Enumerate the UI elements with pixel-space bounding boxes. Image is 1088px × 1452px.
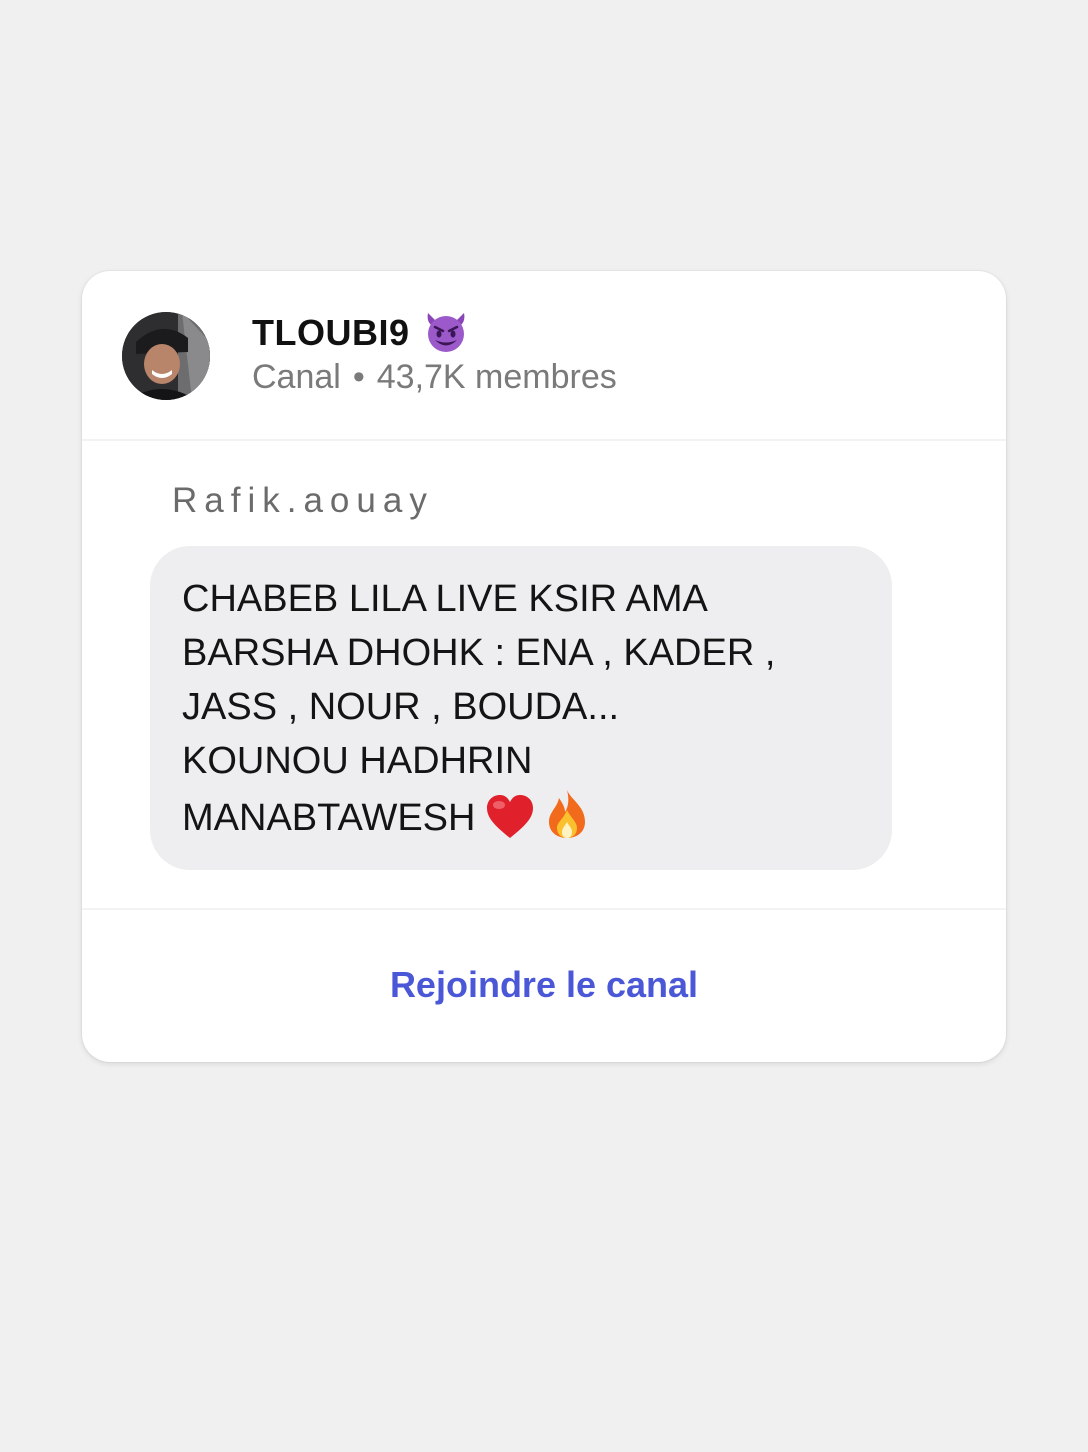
channel-name-text: TLOUBI9 (252, 312, 410, 353)
smiling-devil-icon (422, 309, 470, 363)
channel-avatar[interactable] (122, 312, 210, 400)
message-line: JASS , NOUR , BOUDA... (182, 686, 620, 728)
avatar-photo-icon (122, 312, 210, 400)
join-channel-button[interactable]: Rejoindre le canal (82, 961, 1006, 1009)
channel-name: TLOUBI9 (252, 309, 470, 363)
fire-icon (545, 788, 589, 855)
channel-type-label: Canal (252, 358, 341, 396)
message-bubble[interactable]: CHABEB LILA LIVE KSIR AMA BARSHA DHOHK :… (150, 546, 892, 870)
message-line: CHABEB LILA LIVE KSIR AMA (182, 578, 708, 620)
message-line: MANABTAWESH (182, 797, 476, 839)
message-line: BARSHA DHOHK : ENA , KADER , (182, 632, 776, 674)
message-last-line: MANABTAWESH (182, 788, 882, 855)
channel-share-card: TLOUBI9 Canal • 43,7K membres Rafik.aouay … (82, 271, 1006, 1062)
message-line: KOUNOU HADHRIN (182, 740, 533, 782)
channel-header[interactable]: TLOUBI9 Canal • 43,7K membres (82, 271, 1006, 439)
channel-meta: Canal • 43,7K membres (252, 357, 617, 397)
member-count: 43,7K membres (376, 358, 617, 396)
header-divider (82, 439, 1006, 441)
footer-divider (82, 908, 1006, 910)
red-heart-icon (485, 794, 535, 855)
message-sender: Rafik.aouay (172, 481, 434, 520)
message-text: CHABEB LILA LIVE KSIR AMA BARSHA DHOHK :… (182, 572, 882, 855)
meta-separator: • (352, 358, 365, 396)
